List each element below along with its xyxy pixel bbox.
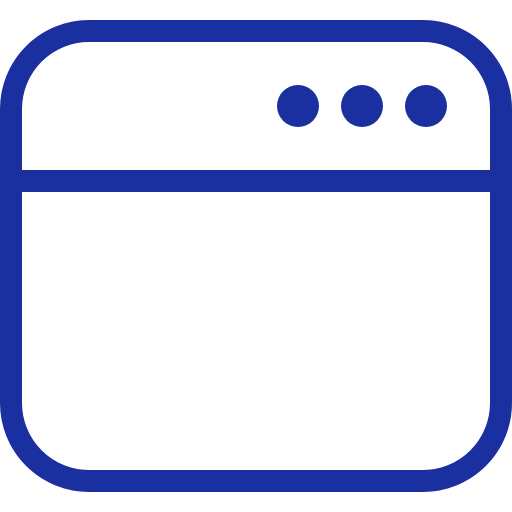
dot-icon xyxy=(405,85,447,127)
dot-icon xyxy=(277,85,319,127)
icon-canvas xyxy=(0,0,512,512)
window-controls xyxy=(277,85,447,127)
browser-window-icon xyxy=(0,20,512,492)
dot-icon xyxy=(341,85,383,127)
